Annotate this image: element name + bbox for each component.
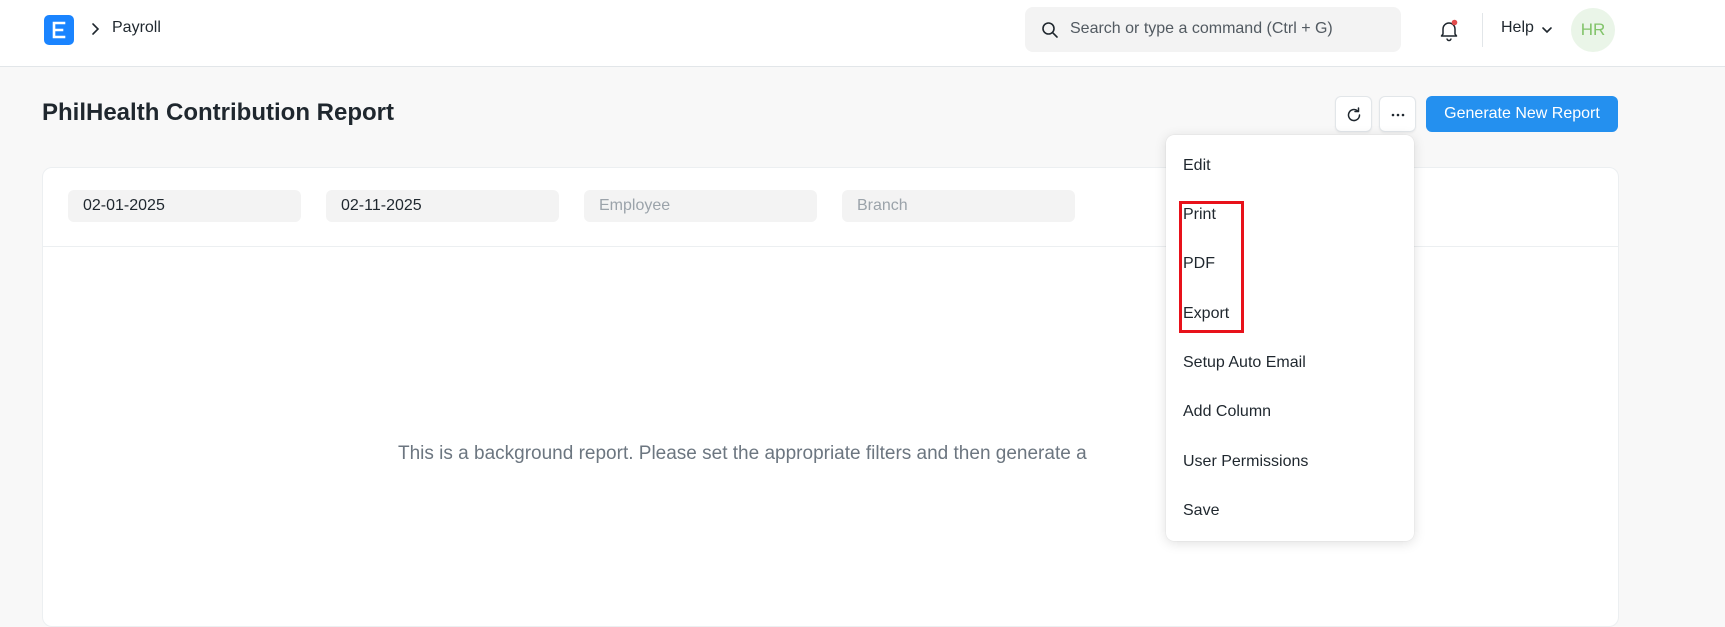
help-menu[interactable]: Help xyxy=(1501,19,1534,37)
page-title: PhilHealth Contribution Report xyxy=(42,99,394,126)
search-icon xyxy=(1042,22,1058,38)
branch-filter[interactable]: Branch xyxy=(842,190,1075,222)
menu-item-export[interactable]: Export xyxy=(1166,294,1414,334)
breadcrumb-payroll[interactable]: Payroll xyxy=(112,19,161,37)
more-actions-button[interactable] xyxy=(1379,96,1416,132)
menu-item-pdf[interactable]: PDF xyxy=(1166,244,1414,284)
more-horizontal-icon xyxy=(1391,113,1405,117)
more-actions-menu: Edit Print PDF Export Setup Auto Email A… xyxy=(1166,135,1414,541)
menu-item-save[interactable]: Save xyxy=(1166,491,1414,531)
app-logo-icon[interactable] xyxy=(44,15,74,45)
employee-filter[interactable]: Employee xyxy=(584,190,817,222)
menu-item-edit[interactable]: Edit xyxy=(1166,146,1414,186)
generate-new-report-button[interactable]: Generate New Report xyxy=(1426,96,1618,132)
menu-item-print[interactable]: Print xyxy=(1166,195,1414,235)
avatar[interactable]: HR xyxy=(1571,8,1615,52)
navbar-divider xyxy=(1482,13,1483,47)
from-date-filter[interactable]: 02-01-2025 xyxy=(68,190,301,222)
top-navbar: Payroll Search or type a command (Ctrl +… xyxy=(0,0,1725,67)
chevron-down-icon[interactable] xyxy=(1541,25,1553,35)
empty-state-message: This is a background report. Please set … xyxy=(398,443,1087,464)
to-date-filter[interactable]: 02-11-2025 xyxy=(326,190,559,222)
refresh-icon xyxy=(1347,107,1361,122)
menu-item-add-column[interactable]: Add Column xyxy=(1166,392,1414,432)
menu-item-user-permissions[interactable]: User Permissions xyxy=(1166,442,1414,482)
search-placeholder: Search or type a command (Ctrl + G) xyxy=(1070,20,1333,37)
menu-item-setup-auto-email[interactable]: Setup Auto Email xyxy=(1166,343,1414,383)
bell-icon[interactable] xyxy=(1437,18,1461,42)
search-input[interactable]: Search or type a command (Ctrl + G) xyxy=(1025,7,1401,52)
refresh-button[interactable] xyxy=(1335,96,1372,132)
chevron-right-icon xyxy=(92,23,100,35)
